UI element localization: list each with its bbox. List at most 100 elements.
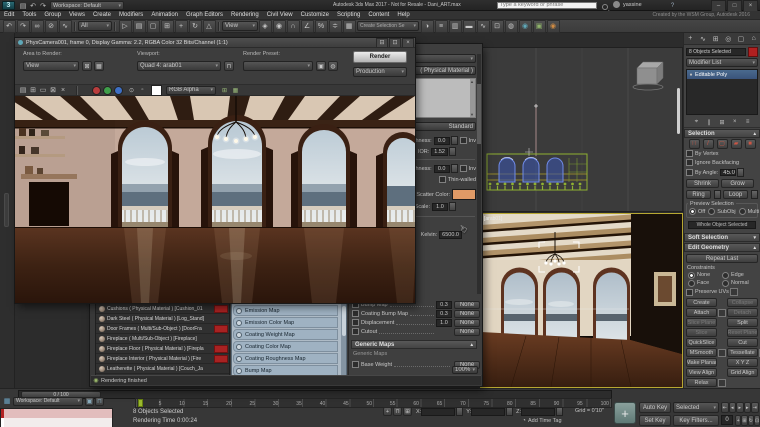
edit-named-selection-sets-icon[interactable]: ▦ [343,20,356,33]
menu-item[interactable]: Tools [18,12,40,18]
maximize-viewport-toggle-icon[interactable]: ⊡ [754,415,760,426]
edit-geometry-rollout-header[interactable]: Edit Geometry▴ [684,243,760,252]
modifier-list-dropdown[interactable]: Modifier List▾ [686,58,758,67]
edit-geometry-button[interactable]: Attach [686,308,717,317]
map-none-button[interactable]: None [454,328,480,336]
material-list-item[interactable]: Dark Steel ( Physical Material ) [Log_St… [96,314,229,324]
ignore-backfacing-checkbox[interactable] [686,159,693,166]
vertex-icon[interactable]: ∷ [689,139,700,149]
viewport-dropdown[interactable]: Quad 4: arab01▾ [137,61,221,71]
edit-geometry-button[interactable]: Make Planar [686,358,717,367]
menu-item[interactable]: Modifiers [115,12,147,18]
align-icon[interactable]: ≡ [435,20,448,33]
edit-geometry-button[interactable]: Reset Plane [727,328,758,337]
red-channel-icon[interactable] [92,86,101,95]
map-none-button[interactable]: None [454,310,480,318]
display-tab-icon[interactable]: ▢ [736,34,746,44]
selection-lock-toggle-icon[interactable]: ⊓ [95,397,104,406]
channel-display-dropdown[interactable]: RGB Alpha▾ [166,86,216,95]
save-image-icon[interactable]: ▤ [18,85,28,95]
preview-selection-radio[interactable]: SubObj [708,208,735,215]
set-keys-button[interactable]: + [614,402,636,424]
menu-item[interactable]: Group [40,12,65,18]
transform-gizmo-icon[interactable]: ⊞ [403,407,412,416]
auto-key-button[interactable]: Auto Key [639,402,671,413]
map-none-button[interactable]: None [454,319,480,327]
isolate-selection-icon[interactable]: ▣ [85,397,94,406]
signed-in-user[interactable]: yassine [623,2,642,8]
settings-box[interactable] [718,309,726,317]
select-and-rotate-icon[interactable]: ↻ [189,20,202,33]
render-production-icon[interactable]: ◉ [547,20,560,33]
edit-geometry-button[interactable]: Split [727,318,758,327]
node-socket-icon[interactable] [236,320,242,326]
map-enable-checkbox[interactable] [352,328,359,335]
viewport-camera[interactable]: [arab01] [480,213,683,388]
roughness-value[interactable]: 0.0 [434,137,450,145]
scale-value[interactable]: 1.0 [432,203,448,211]
time-tag-clock-icon[interactable]: ◔ [520,418,528,424]
material-list-item[interactable]: Fireplace Interior ( Physical Material )… [96,354,229,364]
loop-button[interactable]: Loop [723,190,748,199]
map-none-button[interactable]: None [454,301,480,309]
render-button[interactable]: Render [353,51,407,63]
snaps-toggle-icon[interactable]: ∩ [287,20,300,33]
stack-item-editable-poly[interactable]: ● Editable Poly [687,70,757,79]
previous-frame-button[interactable]: ◂ [729,402,737,413]
mirror-icon[interactable]: ◑ [421,20,434,33]
curve-editor-icon[interactable]: ∿ [477,20,490,33]
menu-item[interactable]: Animation [147,12,182,18]
lock-viewport-icon[interactable]: ⊓ [224,61,234,71]
edit-geometry-button[interactable]: Cut [727,338,758,347]
constraint-radio[interactable]: Face [688,279,722,287]
window-crossing-icon[interactable]: ⊞ [161,20,174,33]
x-coordinate-field[interactable] [421,408,455,416]
redo-icon[interactable]: ↷ [17,20,30,33]
clear-image-icon[interactable]: ⊠ [48,85,58,95]
selection-filter-dropdown[interactable]: All▾ [78,21,112,31]
menu-item[interactable]: Scripting [333,12,364,18]
y-coordinate-field[interactable] [471,408,505,416]
edit-geometry-button[interactable]: MSmooth [686,348,717,357]
select-object-icon[interactable]: ▷ [119,20,132,33]
menu-item[interactable]: Create [89,12,115,18]
key-selection-dropdown[interactable]: Selected▾ [673,402,719,413]
layer-manager-icon[interactable]: ▥ [449,20,462,33]
key-filters-button[interactable]: Key Filters... [673,415,719,426]
time-slider-frame-marker[interactable] [138,399,143,407]
render-preset-dropdown[interactable]: ▾ [243,61,313,71]
orbit-icon[interactable]: ↻ [748,415,754,426]
area-to-render-dropdown[interactable]: View▾ [23,61,79,71]
map-slot-item[interactable]: Emission Color Map [233,317,338,328]
undo-icon[interactable]: ↶ [3,20,16,33]
close-button[interactable]: × [402,38,414,48]
editor-zoom-dropdown[interactable]: 100%▾ [452,366,478,374]
soft-selection-rollout-header[interactable]: Soft Selection▾ [684,233,760,242]
blue-channel-icon[interactable] [114,86,123,95]
parameter-panel-scrollbar[interactable] [477,54,481,294]
selection-rollout-header[interactable]: Selection▴ [684,129,760,138]
by-vertex-checkbox[interactable] [686,150,693,157]
visibility-bulb-icon[interactable]: ● [687,72,695,78]
select-and-move-icon[interactable]: + [175,20,188,33]
preview-selection-radio[interactable]: Multi [739,208,760,215]
select-and-link-icon[interactable]: ∞ [31,20,44,33]
close-icon[interactable]: × [58,85,68,95]
polygon-icon[interactable]: ▰ [731,139,742,149]
modify-tab-icon[interactable]: ∿ [698,34,708,44]
border-icon[interactable]: ▢ [717,139,728,149]
node-socket-icon[interactable] [236,332,242,338]
edit-geometry-button[interactable]: Relax [686,378,717,387]
map-slot-item[interactable]: Emission Map [233,305,338,316]
hierarchy-tab-icon[interactable]: ⊞ [711,34,721,44]
edit-geometry-button[interactable]: Collapse [727,298,758,307]
preview-selection-radio[interactable]: Off [689,208,705,215]
select-and-manipulate-icon[interactable]: ◉ [273,20,286,33]
node-socket-icon[interactable] [236,344,242,350]
by-angle-value[interactable]: 45.0 [720,169,736,176]
roughness-invert-checkbox[interactable] [460,137,467,144]
menu-item[interactable]: Help [393,12,413,18]
pin-stack-icon[interactable]: ⌖ [692,118,701,127]
ribbon-toggle-icon[interactable]: ▬ [463,20,476,33]
undo-icon[interactable]: ↶ [28,1,38,10]
